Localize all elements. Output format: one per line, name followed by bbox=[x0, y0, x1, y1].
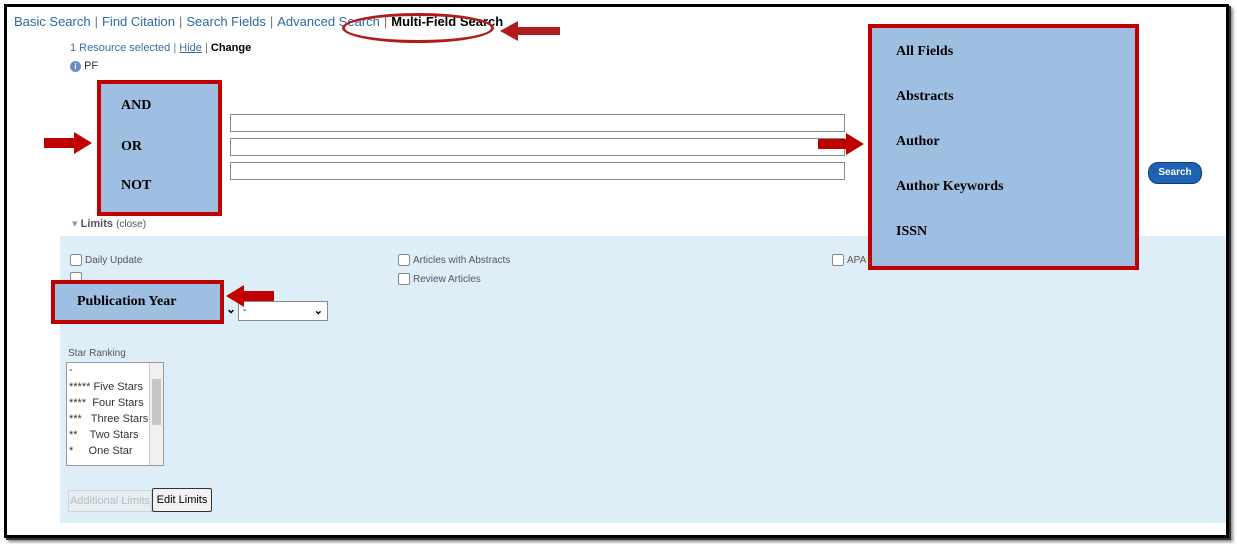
checkbox-box[interactable] bbox=[398, 273, 410, 285]
checkbox-box[interactable] bbox=[398, 254, 410, 266]
arrow-left-icon bbox=[226, 285, 274, 307]
callout-all-fields: All Fields bbox=[896, 44, 954, 59]
tab-search-fields[interactable]: Search Fields bbox=[186, 14, 265, 29]
hide-link[interactable]: Hide bbox=[179, 42, 202, 54]
listbox-option[interactable]: * One Star bbox=[69, 445, 133, 457]
triangle-down-icon: ▾ bbox=[72, 218, 78, 230]
tab-basic-search[interactable]: Basic Search bbox=[14, 14, 91, 29]
listbox-option[interactable]: - bbox=[69, 364, 73, 376]
review-articles-checkbox[interactable]: Review Articles bbox=[398, 273, 481, 285]
star-ranking-listbox[interactable]: - ***** Five Stars **** Four Stars *** T… bbox=[66, 362, 164, 466]
checkbox-box[interactable] bbox=[832, 254, 844, 266]
callout-or: OR bbox=[121, 139, 142, 154]
search-button[interactable]: Search bbox=[1148, 162, 1202, 184]
info-icon: i bbox=[70, 60, 81, 72]
info-row: i PF bbox=[70, 60, 98, 72]
info-text: PF bbox=[84, 60, 99, 72]
tab-separator: | bbox=[94, 14, 98, 29]
resource-selection: 1 Resource selected | Hide | Change bbox=[70, 42, 252, 54]
limits-close-link[interactable]: (close) bbox=[116, 219, 146, 230]
callout-and: AND bbox=[121, 98, 152, 113]
edit-limits-button[interactable]: Edit Limits bbox=[152, 488, 212, 512]
resource-count: 1 Resource selected bbox=[70, 42, 171, 54]
chevron-down-icon: ⌄ bbox=[313, 305, 323, 317]
arrow-right-icon bbox=[44, 132, 92, 154]
abstracts-checkbox[interactable]: Articles with Abstracts bbox=[398, 254, 510, 266]
callout-not: NOT bbox=[121, 178, 152, 193]
arrow-left-icon bbox=[500, 21, 560, 41]
checkbox-label: Articles with Abstracts bbox=[413, 254, 511, 266]
search-input-1[interactable] bbox=[230, 114, 845, 132]
arrow-right-icon bbox=[818, 133, 864, 155]
scrollbar-thumb[interactable] bbox=[152, 379, 161, 425]
listbox-option[interactable]: ** Two Stars bbox=[69, 429, 139, 441]
callout-publication-year: Publication Year bbox=[77, 294, 177, 309]
tab-separator: | bbox=[178, 14, 183, 29]
star-ranking-label: Star Ranking bbox=[68, 348, 126, 359]
tab-find-citation[interactable]: Find Citation bbox=[102, 14, 175, 29]
limits-panel bbox=[60, 236, 1226, 523]
limits-title: Limits bbox=[80, 218, 113, 230]
checkbox-label: Review Articles bbox=[413, 273, 481, 285]
listbox-option[interactable]: **** Four Stars bbox=[69, 397, 144, 409]
search-input-2[interactable] bbox=[230, 138, 845, 156]
checkbox-box[interactable] bbox=[70, 254, 82, 266]
callout-abstracts: Abstracts bbox=[896, 89, 954, 104]
callout-issn: ISSN bbox=[896, 224, 928, 239]
tab-separator: | bbox=[269, 14, 274, 29]
checkbox-label: Daily Update bbox=[85, 254, 143, 266]
change-link[interactable]: Change bbox=[211, 42, 251, 54]
limits-header[interactable]: ▾ Limits (close) bbox=[72, 217, 146, 230]
listbox-option[interactable]: *** Three Stars bbox=[69, 413, 148, 425]
operator-callout: AND OR NOT bbox=[97, 80, 222, 216]
callout-author-keywords: Author Keywords bbox=[896, 179, 1004, 194]
search-input-3[interactable] bbox=[230, 162, 845, 180]
listbox-option[interactable]: ***** Five Stars bbox=[69, 381, 143, 393]
daily-update-checkbox[interactable]: Daily Update bbox=[70, 254, 142, 266]
field-list-callout: All Fields Abstracts Author Author Keywo… bbox=[868, 24, 1139, 270]
highlight-oval bbox=[342, 13, 494, 43]
publication-year-callout: Publication Year bbox=[51, 280, 224, 324]
callout-author: Author bbox=[896, 134, 940, 149]
additional-limits-button[interactable]: Additional Limits bbox=[68, 490, 152, 512]
